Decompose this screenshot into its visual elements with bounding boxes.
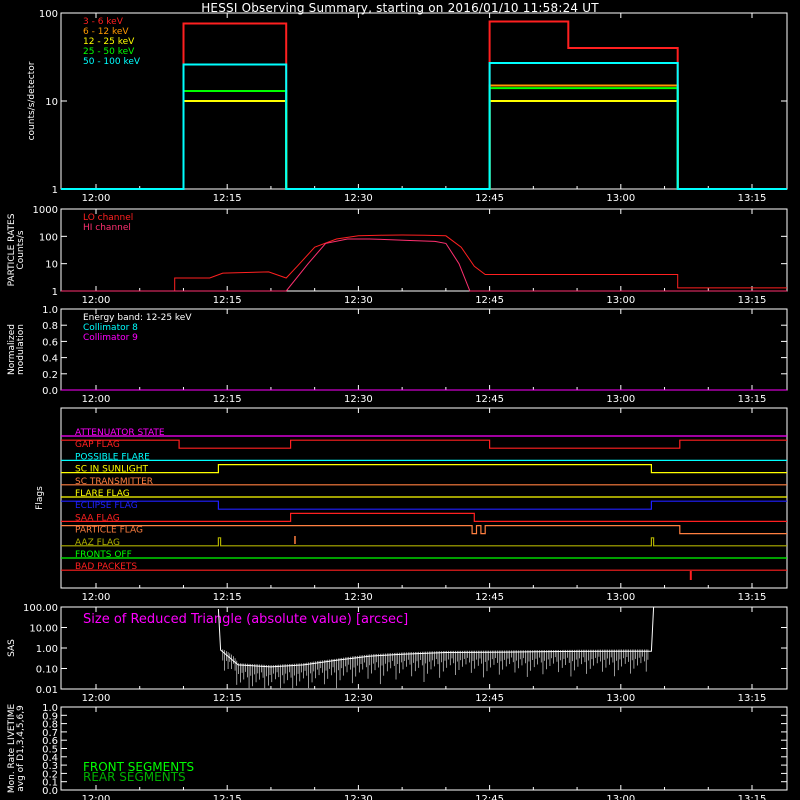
- modulation-ytick-label: 0.8: [42, 321, 58, 332]
- flag-line: [61, 439, 787, 449]
- legend-entry: 12 - 25 keV: [83, 37, 135, 47]
- flag-label: BAD PACKETS: [75, 562, 137, 572]
- count_rates-xtick-label: 12:15: [213, 193, 242, 204]
- flag-label: SC IN SUNLIGHT: [75, 465, 149, 475]
- livetime-ytick-label: 1.0: [42, 703, 58, 714]
- particle_rates-xtick-label: 12:45: [475, 295, 504, 306]
- series-line: [61, 62, 787, 190]
- particle_rates-xtick-label: 13:15: [738, 295, 767, 306]
- sas-xtick-label: 13:15: [738, 693, 767, 704]
- modulation-xtick-label: 12:30: [344, 394, 373, 405]
- sas-ytick-label: 1.00: [36, 644, 58, 655]
- modulation-ytick-label: 1.0: [42, 305, 58, 316]
- legend-entry: 6 - 12 keV: [83, 27, 129, 37]
- count_rates-ytick-label: 100: [39, 9, 58, 20]
- legend-entry: Collimator 9: [83, 333, 138, 343]
- livetime-xtick-label: 13:15: [738, 794, 767, 800]
- modulation-annotation: Energy band: 12-25 keV: [83, 313, 192, 323]
- particle_rates-ytick-label: 1000: [33, 205, 58, 216]
- count_rates-xtick-label: 12:00: [82, 193, 111, 204]
- flags-ylabel: Flags: [35, 486, 45, 510]
- flag-line: [61, 512, 787, 523]
- sas-annotation: Size of Reduced Triangle (absolute value…: [83, 612, 408, 627]
- legend-entry: REAR SEGMENTS: [83, 770, 186, 784]
- flags-frame: [60, 407, 788, 589]
- sas-ylabel: SAS: [7, 639, 17, 657]
- flag-line: [61, 464, 787, 474]
- particle_rates-xtick-label: 13:00: [606, 295, 635, 306]
- particle_rates-xtick-label: 12:30: [344, 295, 373, 306]
- particle_rates-ytick-label: 100: [39, 232, 58, 243]
- flag-label: GAP FLAG: [75, 440, 120, 450]
- sas-ytick-label: 100.00: [23, 603, 58, 614]
- flags-xtick-label: 12:30: [344, 592, 373, 603]
- flag-label: FRONTS OFF: [75, 550, 132, 560]
- sas-ytick-label: 10.00: [29, 624, 58, 635]
- livetime-xtick-label: 12:30: [344, 794, 373, 800]
- count_rates-xtick-label: 12:30: [344, 193, 373, 204]
- modulation-ytick-label: 0.4: [42, 354, 58, 365]
- sas-ytick-label: 0.10: [36, 665, 58, 676]
- flag-label: POSSIBLE FLARE: [75, 452, 150, 462]
- modulation-ytick-label: 0.0: [42, 386, 58, 397]
- legend-entry: LO channel: [83, 213, 133, 223]
- flag-label: ATTENUATOR STATE: [75, 428, 165, 438]
- modulation-ylabel: modulation: [16, 324, 26, 375]
- flag-line: [61, 500, 787, 510]
- flag-label: ECLIPSE FLAG: [75, 501, 138, 511]
- flag-label: FLARE FLAG: [75, 489, 130, 499]
- count_rates-xtick-label: 12:45: [475, 193, 504, 204]
- flag-line: [61, 537, 787, 547]
- particle_rates-ylabel: Counts/s: [16, 230, 26, 269]
- flag-label: PARTICLE FLAG: [75, 526, 143, 536]
- particle_rates-ytick-label: 1: [52, 287, 58, 298]
- legend-entry: Collimator 8: [83, 323, 138, 333]
- sas-xtick-label: 12:00: [82, 693, 111, 704]
- legend-entry: 25 - 50 keV: [83, 47, 135, 57]
- flag-label: SC TRANSMITTER: [75, 477, 153, 487]
- modulation-xtick-label: 13:15: [738, 394, 767, 405]
- sas-xtick-label: 12:30: [344, 693, 373, 704]
- modulation-ytick-label: 0.2: [42, 370, 58, 381]
- legend-entry: 3 - 6 keV: [83, 17, 124, 27]
- series-line: [61, 234, 787, 292]
- modulation-xtick-label: 12:00: [82, 394, 111, 405]
- livetime-xtick-label: 13:00: [606, 794, 635, 800]
- particle_rates-ytick-label: 10: [45, 260, 58, 271]
- count_rates-xtick-label: 13:00: [606, 193, 635, 204]
- flags-xtick-label: 13:15: [738, 592, 767, 603]
- flags-xtick-label: 12:45: [475, 592, 504, 603]
- flags-xtick-label: 13:00: [606, 592, 635, 603]
- legend-entry: HI channel: [83, 223, 131, 233]
- sas-ytick-label: 0.01: [36, 685, 58, 696]
- livetime-xtick-label: 12:00: [82, 794, 111, 800]
- flag-label: AAZ FLAG: [75, 538, 120, 548]
- flags-xtick-label: 12:15: [213, 592, 242, 603]
- count_rates-xtick-label: 13:15: [738, 193, 767, 204]
- count_rates-ytick-label: 10: [45, 97, 58, 108]
- livetime-xtick-label: 12:45: [475, 794, 504, 800]
- modulation-xtick-label: 12:45: [475, 394, 504, 405]
- flag-label: SAA FLAG: [75, 513, 120, 523]
- sas-xtick-label: 12:45: [475, 693, 504, 704]
- legend-entry: 50 - 100 keV: [83, 57, 141, 67]
- sas-xtick-label: 12:15: [213, 693, 242, 704]
- particle_rates-xtick-label: 12:00: [82, 295, 111, 306]
- particle_rates-xtick-label: 12:15: [213, 295, 242, 306]
- modulation-xtick-label: 12:15: [213, 394, 242, 405]
- flag-line: [61, 524, 787, 535]
- sas-xtick-label: 13:00: [606, 693, 635, 704]
- modulation-xtick-label: 13:00: [606, 394, 635, 405]
- observing-summary-plot: 12:0012:1512:3012:4513:0013:1513:3011010…: [7, 9, 788, 800]
- flags-xtick-label: 12:00: [82, 592, 111, 603]
- livetime-ylabel: avg of D1,3,4,5,6,9: [16, 705, 26, 792]
- count_rates-ytick-label: 1: [52, 185, 58, 196]
- livetime-xtick-label: 12:15: [213, 794, 242, 800]
- modulation-ytick-label: 0.6: [42, 337, 58, 348]
- count_rates-ylabel: counts/s/detector: [27, 61, 37, 140]
